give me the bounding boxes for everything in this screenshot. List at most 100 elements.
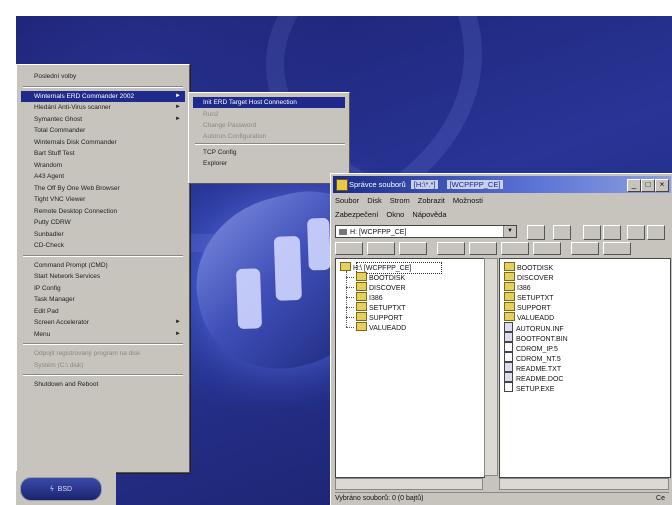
start-menu-item[interactable]: CD-Check [21, 240, 185, 251]
start-menu-item[interactable]: Task Manager [21, 294, 185, 305]
start-menu-item[interactable]: Command Prompt (CMD) [21, 260, 185, 271]
folder-entry[interactable]: DISCOVER [504, 272, 554, 282]
start-menu-item[interactable]: The Off By One Web Browser [21, 183, 185, 194]
start-menu-item[interactable]: Menu ► [21, 329, 185, 340]
start-menu-item[interactable]: Winternals ERD Commander 2002 ► [21, 90, 185, 102]
tree-line [346, 317, 354, 318]
toolbar-button[interactable] [367, 242, 395, 255]
menu-3[interactable]: Zobrazit [418, 196, 445, 205]
tree-scrollbar[interactable] [484, 258, 498, 476]
start-button[interactable]: ϟ BSD [20, 477, 102, 501]
menu-secondary-0[interactable]: Zabezpečení [335, 210, 378, 219]
file-entry[interactable]: CDROM_IP.5 [504, 342, 558, 353]
start-menu-item-label: IP Config [34, 284, 61, 292]
submenu-item[interactable]: Init ERD Target Host Connection [193, 97, 345, 108]
start-menu-item[interactable]: A43 Agent [21, 171, 185, 182]
start-menu-item[interactable]: Screen Accelerator ► [21, 317, 185, 328]
menu-2[interactable]: Strom [390, 196, 410, 205]
folder-entry[interactable]: SUPPORT [504, 302, 551, 312]
file-entry[interactable]: BOOTFONT.BIN [504, 332, 568, 343]
toolbar-button[interactable] [469, 242, 497, 255]
start-menu-item[interactable]: Edit Pad [21, 306, 185, 317]
start-menu-item[interactable]: Symantec Ghost ► [21, 114, 185, 125]
start-menu-item[interactable]: Putty CDRW [21, 217, 185, 228]
file-manager-window: Správce souborů [H:\*.*] [WCPFPP_CE] _ □… [330, 173, 672, 505]
toolbar-button[interactable] [571, 242, 599, 255]
folder-icon [504, 292, 515, 301]
tree-folder[interactable]: SUPPORT [356, 312, 403, 322]
minimize-button[interactable]: _ [627, 179, 641, 192]
toolbar-button[interactable] [627, 225, 645, 240]
folder-entry[interactable]: I386 [504, 282, 531, 292]
file-entry[interactable]: README.DOC [504, 372, 563, 383]
tree-item-label: BOOTDISK [369, 275, 406, 282]
submenu-arrow-icon: ► [175, 104, 181, 110]
toolbar-button[interactable] [399, 242, 427, 255]
folder-icon [504, 262, 515, 271]
start-menu-item: Odpojit registrovaný program na disk [21, 348, 185, 359]
submenu-item[interactable]: Explorer [193, 158, 345, 169]
tree-folder[interactable]: SETUPTXT [356, 302, 406, 312]
folder-entry[interactable]: VALUEADD [504, 312, 554, 322]
folder-entry[interactable]: SETUPTXT [504, 292, 554, 302]
start-menu-item[interactable]: Shutdown and Reboot [21, 379, 185, 390]
start-menu-item[interactable]: Winternals Disk Commander [21, 137, 185, 148]
start-menu-item[interactable]: Poslední volby [21, 71, 185, 82]
files-hscrollbar[interactable] [499, 478, 669, 490]
start-menu-item[interactable]: IP Config [21, 283, 185, 294]
file-entry[interactable]: AUTORUN.INF [504, 322, 564, 333]
start-menu-item[interactable]: Hledání Anti-Virus scanner ► [21, 102, 185, 113]
toolbar-button[interactable] [527, 225, 545, 240]
start-menu-item[interactable]: Wrandom [21, 160, 185, 171]
menu-secondary-2[interactable]: Nápověda [412, 210, 446, 219]
file-icon [504, 372, 513, 382]
start-menu-item[interactable]: Sunbadler [21, 229, 185, 240]
start-menu-item-label: Sunbadler [34, 230, 64, 238]
toolbar-button[interactable] [583, 225, 601, 240]
file-entry[interactable]: CDROM_NT.5 [504, 352, 561, 363]
toolbar-button[interactable] [501, 242, 529, 255]
tree-hscrollbar[interactable] [335, 478, 483, 490]
toolbar-button[interactable] [437, 242, 465, 255]
tree-folder[interactable]: DISCOVER [356, 282, 406, 292]
file-list[interactable]: BOOTDISK DISCOVER I386 SETUPTXT SUPPORT VALUE… [499, 258, 671, 478]
menu-secondary-1[interactable]: Okno [386, 210, 404, 219]
file-entry[interactable]: README.TXT [504, 362, 561, 373]
tree-folder[interactable]: VALUEADD [356, 322, 406, 332]
file-entry[interactable]: SETUP.EXE [504, 382, 555, 393]
menu-0[interactable]: Soubor [335, 196, 359, 205]
start-menu-item[interactable]: Start Network Services [21, 271, 185, 282]
folder-entry[interactable]: BOOTDISK [504, 262, 553, 272]
toolbar-button[interactable] [553, 225, 571, 240]
toolbar-button[interactable] [603, 225, 621, 240]
start-menu-item-label: Command Prompt (CMD) [34, 261, 108, 269]
toolbar-button[interactable] [603, 242, 631, 255]
toolbar-button[interactable] [335, 242, 363, 255]
directory-tree[interactable]: H:\ [WCPFPP_CE] BOOTDISK DISCOVER I386 SETUP… [335, 258, 485, 478]
menu-4[interactable]: Možnosti [453, 196, 483, 205]
tree-item-label: H:\ [WCPFPP_CE] [353, 265, 412, 272]
window-titlebar[interactable]: Správce souborů [H:\*.*] [WCPFPP_CE] _ □… [333, 176, 671, 193]
drive-selector-value: H: [WCPFPP_CE] [350, 229, 407, 236]
start-menu-item[interactable]: Tight VNC Viewer [21, 194, 185, 205]
toolbar-button[interactable] [647, 225, 665, 240]
chevron-down-icon[interactable]: ▼ [503, 226, 516, 237]
toolbar-button[interactable] [533, 242, 561, 255]
file-entry-label: SETUP.EXE [516, 386, 555, 393]
folder-icon [356, 302, 367, 311]
start-menu-item[interactable]: Remote Desktop Connection [21, 206, 185, 217]
tree-folder[interactable]: BOOTDISK [356, 272, 405, 282]
erd-commander-submenu: Init ERD Target Host Connection Run2 Chang… [188, 92, 350, 184]
tree-folder[interactable]: I386 [356, 292, 383, 302]
submenu-item[interactable]: TCP Config [193, 147, 345, 158]
start-menu-item-label: Start Network Services [34, 273, 101, 280]
maximize-button[interactable]: □ [641, 179, 655, 192]
start-menu-item[interactable]: Bart Stuff Test [21, 148, 185, 159]
tree-item-label: DISCOVER [369, 285, 406, 292]
menu-1[interactable]: Disk [367, 196, 382, 205]
start-menu-item-label: Screen Accelerator [34, 319, 89, 326]
drive-selector[interactable]: H: [WCPFPP_CE] ▼ [335, 225, 517, 238]
start-menu-item[interactable]: Total Commander [21, 125, 185, 136]
tree-root[interactable]: H:\ [WCPFPP_CE] [340, 262, 411, 272]
close-button[interactable]: × [655, 179, 669, 192]
